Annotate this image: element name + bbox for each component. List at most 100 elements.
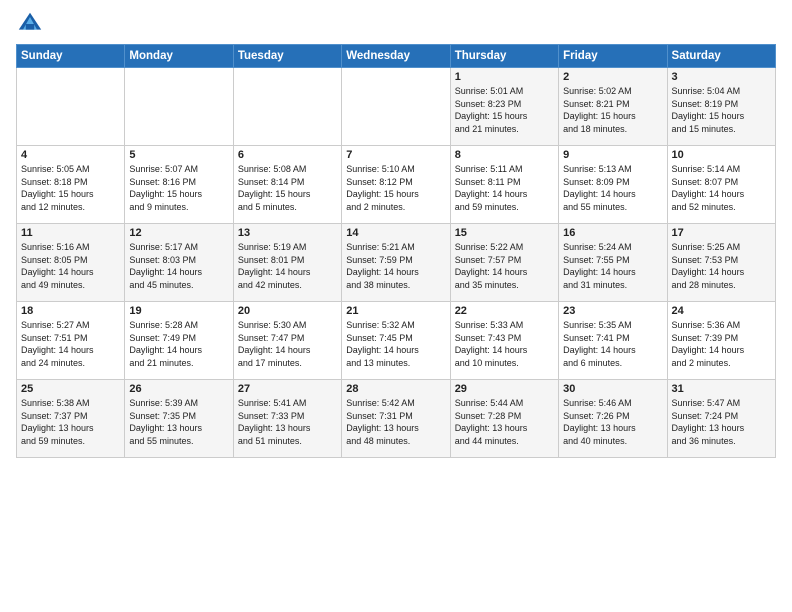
day-cell: 17 Sunrise: 5:25 AM Sunset: 7:53 PM Dayli… <box>667 224 775 302</box>
day-cell: 31 Sunrise: 5:47 AM Sunset: 7:24 PM Dayli… <box>667 380 775 458</box>
col-header-saturday: Saturday <box>667 45 775 68</box>
day-cell <box>233 68 341 146</box>
day-cell: 4 Sunrise: 5:05 AM Sunset: 8:18 PM Daylig… <box>17 146 125 224</box>
logo <box>16 10 48 38</box>
day-info: Sunrise: 5:10 AM Sunset: 8:12 PM Dayligh… <box>346 163 445 213</box>
day-number: 21 <box>346 305 445 317</box>
day-cell: 10Sunrise: 5:14 AM Sunset: 8:07 PM Dayli… <box>667 146 775 224</box>
day-cell: 11 Sunrise: 5:16 AM Sunset: 8:05 PM Dayli… <box>17 224 125 302</box>
day-info: Sunrise: 5:14 AM Sunset: 8:07 PM Dayligh… <box>672 163 771 213</box>
day-info: Sunrise: 5:35 AM Sunset: 7:41 PM Dayligh… <box>563 319 662 369</box>
day-cell: 24 Sunrise: 5:36 AM Sunset: 7:39 PM Dayli… <box>667 302 775 380</box>
day-info: Sunrise: 5:42 AM Sunset: 7:31 PM Dayligh… <box>346 397 445 447</box>
day-number: 1 <box>455 71 554 83</box>
day-info: Sunrise: 5:13 AM Sunset: 8:09 PM Dayligh… <box>563 163 662 213</box>
day-info: Sunrise: 5:11 AM Sunset: 8:11 PM Dayligh… <box>455 163 554 213</box>
col-header-sunday: Sunday <box>17 45 125 68</box>
day-cell: 15 Sunrise: 5:22 AM Sunset: 7:57 PM Dayli… <box>450 224 558 302</box>
day-number: 22 <box>455 305 554 317</box>
day-number: 18 <box>21 305 120 317</box>
day-info: Sunrise: 5:07 AM Sunset: 8:16 PM Dayligh… <box>129 163 228 213</box>
day-number: 23 <box>563 305 662 317</box>
day-number: 12 <box>129 227 228 239</box>
day-info: Sunrise: 5:25 AM Sunset: 7:53 PM Dayligh… <box>672 241 771 291</box>
day-cell: 6 Sunrise: 5:08 AM Sunset: 8:14 PM Daylig… <box>233 146 341 224</box>
day-info: Sunrise: 5:47 AM Sunset: 7:24 PM Dayligh… <box>672 397 771 447</box>
day-number: 24 <box>672 305 771 317</box>
day-info: Sunrise: 5:38 AM Sunset: 7:37 PM Dayligh… <box>21 397 120 447</box>
day-cell: 26Sunrise: 5:39 AM Sunset: 7:35 PM Dayli… <box>125 380 233 458</box>
day-cell: 20 Sunrise: 5:30 AM Sunset: 7:47 PM Dayli… <box>233 302 341 380</box>
day-number: 4 <box>21 149 120 161</box>
calendar-table: SundayMondayTuesdayWednesdayThursdayFrid… <box>16 44 776 458</box>
day-info: Sunrise: 5:02 AM Sunset: 8:21 PM Dayligh… <box>563 85 662 135</box>
day-number: 25 <box>21 383 120 395</box>
week-row-3: 11 Sunrise: 5:16 AM Sunset: 8:05 PM Dayli… <box>17 224 776 302</box>
week-row-4: 18 Sunrise: 5:27 AM Sunset: 7:51 PM Dayli… <box>17 302 776 380</box>
week-row-2: 4 Sunrise: 5:05 AM Sunset: 8:18 PM Daylig… <box>17 146 776 224</box>
day-cell <box>17 68 125 146</box>
day-info: Sunrise: 5:19 AM Sunset: 8:01 PM Dayligh… <box>238 241 337 291</box>
day-info: Sunrise: 5:05 AM Sunset: 8:18 PM Dayligh… <box>21 163 120 213</box>
day-cell: 23 Sunrise: 5:35 AM Sunset: 7:41 PM Dayli… <box>559 302 667 380</box>
day-number: 3 <box>672 71 771 83</box>
day-number: 9 <box>563 149 662 161</box>
day-cell: 19 Sunrise: 5:28 AM Sunset: 7:49 PM Dayli… <box>125 302 233 380</box>
day-cell: 16 Sunrise: 5:24 AM Sunset: 7:55 PM Dayli… <box>559 224 667 302</box>
day-number: 7 <box>346 149 445 161</box>
day-info: Sunrise: 5:21 AM Sunset: 7:59 PM Dayligh… <box>346 241 445 291</box>
day-number: 17 <box>672 227 771 239</box>
day-cell: 29 Sunrise: 5:44 AM Sunset: 7:28 PM Dayli… <box>450 380 558 458</box>
day-cell: 25 Sunrise: 5:38 AM Sunset: 7:37 PM Dayli… <box>17 380 125 458</box>
day-number: 2 <box>563 71 662 83</box>
day-number: 27 <box>238 383 337 395</box>
day-number: 20 <box>238 305 337 317</box>
col-header-monday: Monday <box>125 45 233 68</box>
day-info: Sunrise: 5:36 AM Sunset: 7:39 PM Dayligh… <box>672 319 771 369</box>
day-number: 6 <box>238 149 337 161</box>
day-cell: 22 Sunrise: 5:33 AM Sunset: 7:43 PM Dayli… <box>450 302 558 380</box>
day-number: 29 <box>455 383 554 395</box>
day-cell: 27 Sunrise: 5:41 AM Sunset: 7:33 PM Dayli… <box>233 380 341 458</box>
day-info: Sunrise: 5:08 AM Sunset: 8:14 PM Dayligh… <box>238 163 337 213</box>
day-info: Sunrise: 5:16 AM Sunset: 8:05 PM Dayligh… <box>21 241 120 291</box>
week-row-1: 1 Sunrise: 5:01 AM Sunset: 8:23 PM Daylig… <box>17 68 776 146</box>
day-cell: 3 Sunrise: 5:04 AM Sunset: 8:19 PM Daylig… <box>667 68 775 146</box>
day-info: Sunrise: 5:17 AM Sunset: 8:03 PM Dayligh… <box>129 241 228 291</box>
day-number: 5 <box>129 149 228 161</box>
day-info: Sunrise: 5:33 AM Sunset: 7:43 PM Dayligh… <box>455 319 554 369</box>
day-number: 14 <box>346 227 445 239</box>
logo-icon <box>16 10 44 38</box>
day-cell: 21Sunrise: 5:32 AM Sunset: 7:45 PM Dayli… <box>342 302 450 380</box>
day-cell: 2 Sunrise: 5:02 AM Sunset: 8:21 PM Daylig… <box>559 68 667 146</box>
day-info: Sunrise: 5:27 AM Sunset: 7:51 PM Dayligh… <box>21 319 120 369</box>
day-cell: 28Sunrise: 5:42 AM Sunset: 7:31 PM Dayli… <box>342 380 450 458</box>
day-cell: 9 Sunrise: 5:13 AM Sunset: 8:09 PM Daylig… <box>559 146 667 224</box>
day-number: 11 <box>21 227 120 239</box>
day-number: 30 <box>563 383 662 395</box>
day-info: Sunrise: 5:24 AM Sunset: 7:55 PM Dayligh… <box>563 241 662 291</box>
page: SundayMondayTuesdayWednesdayThursdayFrid… <box>0 0 792 612</box>
day-info: Sunrise: 5:22 AM Sunset: 7:57 PM Dayligh… <box>455 241 554 291</box>
day-number: 26 <box>129 383 228 395</box>
col-header-wednesday: Wednesday <box>342 45 450 68</box>
day-cell <box>342 68 450 146</box>
day-cell: 1 Sunrise: 5:01 AM Sunset: 8:23 PM Daylig… <box>450 68 558 146</box>
day-info: Sunrise: 5:01 AM Sunset: 8:23 PM Dayligh… <box>455 85 554 135</box>
day-cell: 13Sunrise: 5:19 AM Sunset: 8:01 PM Dayli… <box>233 224 341 302</box>
day-info: Sunrise: 5:28 AM Sunset: 7:49 PM Dayligh… <box>129 319 228 369</box>
day-info: Sunrise: 5:46 AM Sunset: 7:26 PM Dayligh… <box>563 397 662 447</box>
day-info: Sunrise: 5:44 AM Sunset: 7:28 PM Dayligh… <box>455 397 554 447</box>
day-cell <box>125 68 233 146</box>
day-info: Sunrise: 5:41 AM Sunset: 7:33 PM Dayligh… <box>238 397 337 447</box>
day-number: 15 <box>455 227 554 239</box>
day-number: 16 <box>563 227 662 239</box>
day-info: Sunrise: 5:30 AM Sunset: 7:47 PM Dayligh… <box>238 319 337 369</box>
day-cell: 5 Sunrise: 5:07 AM Sunset: 8:16 PM Daylig… <box>125 146 233 224</box>
header-row: SundayMondayTuesdayWednesdayThursdayFrid… <box>17 45 776 68</box>
day-number: 19 <box>129 305 228 317</box>
day-cell: 12 Sunrise: 5:17 AM Sunset: 8:03 PM Dayli… <box>125 224 233 302</box>
day-number: 31 <box>672 383 771 395</box>
day-info: Sunrise: 5:04 AM Sunset: 8:19 PM Dayligh… <box>672 85 771 135</box>
day-cell: 30 Sunrise: 5:46 AM Sunset: 7:26 PM Dayli… <box>559 380 667 458</box>
